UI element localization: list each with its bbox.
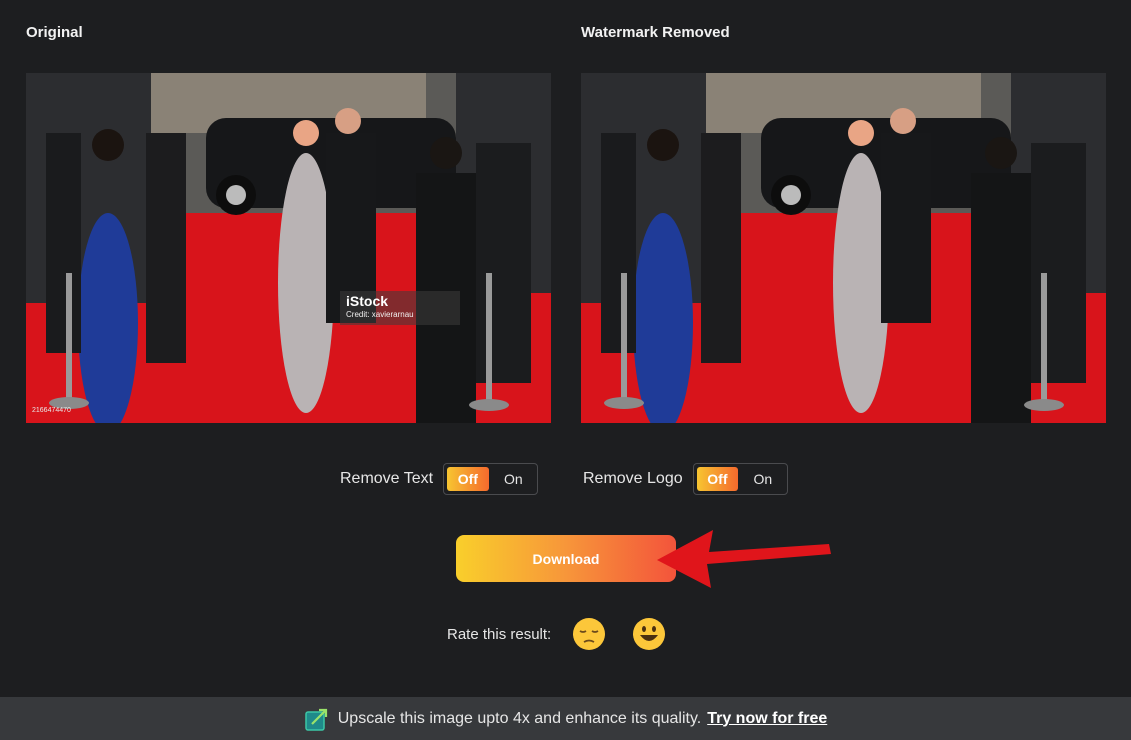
remove-logo-row: Remove Logo Off On — [583, 463, 788, 495]
watermark-logo: iStock — [346, 293, 389, 309]
upscale-text: Upscale this image upto 4x and enhance i… — [337, 709, 702, 727]
remove-text-on-option[interactable]: On — [493, 467, 535, 491]
remove-logo-toggle[interactable]: Off On — [692, 463, 788, 495]
remove-text-label: Remove Text — [340, 470, 434, 487]
remove-text-off-option[interactable]: Off — [447, 467, 489, 491]
watermark-credit: Credit: xavierarnau — [346, 310, 414, 319]
remove-logo-off-option[interactable]: Off — [696, 467, 739, 491]
watermark-image-id: 2166474470 — [32, 407, 71, 414]
sad-face-icon[interactable] — [571, 616, 607, 652]
remove-logo-label: Remove Logo — [583, 470, 683, 487]
remove-text-row: Remove Text Off On — [340, 463, 539, 495]
rating-row: Rate this result: — [447, 614, 691, 654]
red-arrow-icon — [657, 530, 831, 588]
try-now-link[interactable]: Try now for free — [707, 710, 827, 728]
watermark-overlay: iStock Credit: xavierarnau — [340, 291, 460, 325]
watermark-removed-image — [581, 73, 1106, 423]
download-button[interactable]: Download — [456, 535, 676, 582]
smiley-face-icon[interactable] — [631, 616, 667, 652]
remove-text-toggle[interactable]: Off On — [443, 463, 539, 495]
original-panel-title: Original — [26, 24, 83, 41]
remove-logo-on-option[interactable]: On — [742, 467, 784, 491]
red-carpet-photo-clean — [581, 73, 1106, 423]
upscale-icon — [304, 708, 327, 731]
red-carpet-photo — [26, 73, 551, 423]
upscale-banner: Upscale this image upto 4x and enhance i… — [0, 697, 1131, 740]
original-image: iStock Credit: xavierarnau 2166474470 — [26, 73, 551, 423]
watermark-removed-panel-title: Watermark Removed — [581, 24, 730, 41]
rating-label: Rate this result: — [447, 625, 552, 643]
